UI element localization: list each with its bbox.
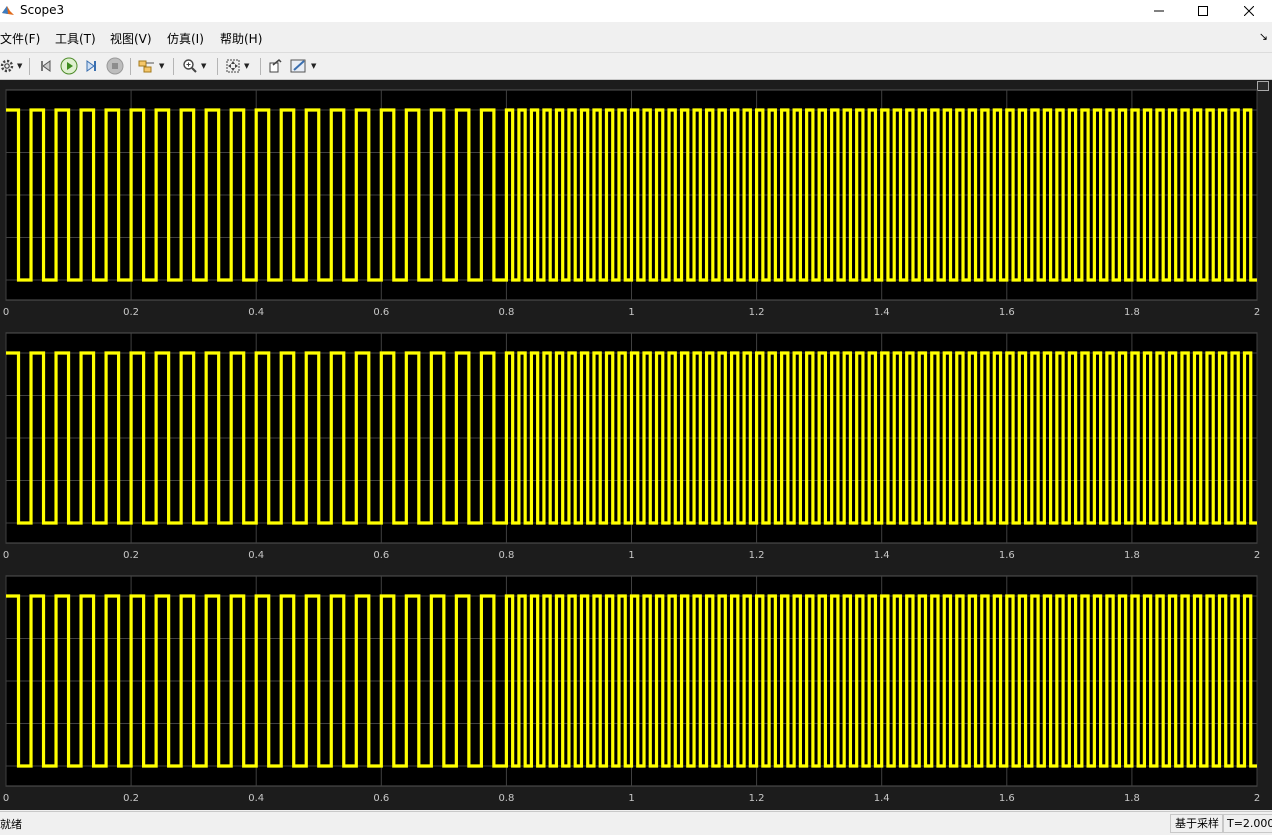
run-button[interactable] — [60, 57, 78, 75]
status-text: 就绪 — [0, 818, 22, 831]
close-icon — [1244, 6, 1254, 16]
x-tick-label: 0.6 — [373, 793, 389, 804]
restore-axes-button[interactable] — [267, 57, 283, 75]
x-tick-label: 0 — [3, 793, 9, 804]
close-button[interactable] — [1226, 0, 1272, 22]
chevron-down-icon: ▼ — [201, 62, 207, 70]
toolbar: ▼ ▼ ▼ ▼ ▼ — [0, 52, 1272, 80]
x-tick-label: 0.8 — [498, 307, 514, 318]
window-title: Scope3 — [20, 3, 65, 17]
signal-select-icon — [138, 60, 154, 73]
x-tick-label: 1.6 — [999, 307, 1015, 318]
trace-line-3 — [6, 594, 1257, 768]
x-tick-label: 1.2 — [749, 793, 765, 804]
x-tick-label: 0.8 — [498, 550, 514, 561]
x-tick-label: 1.2 — [749, 307, 765, 318]
x-tick-label: 1.4 — [874, 307, 890, 318]
zoom-in-icon — [183, 59, 197, 73]
x-tick-label: 1 — [628, 550, 634, 561]
menu-help[interactable]: 帮助(H) — [220, 30, 262, 47]
x-tick-label: 2 — [1254, 307, 1260, 318]
status-bar: 就绪 基于采样 T=2.000 — [0, 811, 1272, 835]
x-tick-label: 0.2 — [123, 307, 139, 318]
settings-button[interactable]: ▼ — [0, 57, 22, 75]
x-tick-label: 1.8 — [1124, 793, 1140, 804]
minimize-icon — [1154, 10, 1164, 12]
chevron-down-icon: ▼ — [17, 62, 23, 70]
measure-icon — [290, 59, 306, 73]
x-tick-label: 1.4 — [874, 550, 890, 561]
x-tick-label: 1.8 — [1124, 550, 1140, 561]
x-tick-label: 0.6 — [373, 550, 389, 561]
scope-figure: 0 0.2 0.4 0.6 0.8 1 1.2 1.4 1.6 1.8 2 0 0.2 0.4 0.6 0.8… — [0, 80, 1272, 810]
toolbar-separator — [173, 58, 174, 75]
menu-tools[interactable]: 工具(T) — [55, 30, 96, 47]
x-tick-label: 1.6 — [999, 793, 1015, 804]
x-tick-label: 2 — [1254, 550, 1260, 561]
menu-file[interactable]: 文件(F) — [0, 30, 40, 47]
menu-view[interactable]: 视图(V) — [110, 30, 152, 47]
restore-axes-icon — [269, 58, 282, 73]
minimize-button[interactable] — [1136, 0, 1182, 22]
x-tick-label: 0.2 — [123, 550, 139, 561]
x-tick-label: 1.2 — [749, 550, 765, 561]
step-forward-icon — [86, 60, 96, 72]
x-tick-label: 0.4 — [248, 550, 264, 561]
autoscale-icon — [226, 59, 240, 73]
step-back-button[interactable] — [38, 57, 54, 75]
x-tick-label: 0.8 — [498, 793, 514, 804]
maximize-button[interactable] — [1180, 0, 1226, 22]
scope-plots: 0 0.2 0.4 0.6 0.8 1 1.2 1.4 1.6 1.8 2 0 0.2 0.4 0.6 0.8… — [3, 89, 1260, 804]
run-icon — [60, 57, 78, 75]
sim-time-indicator: T=2.000 — [1222, 814, 1272, 833]
x-tick-label: 1.8 — [1124, 307, 1140, 318]
x-tick-label: 1 — [628, 307, 634, 318]
stop-button[interactable] — [106, 57, 124, 75]
x-tick-label: 1.6 — [999, 550, 1015, 561]
x-tick-label: 0.6 — [373, 307, 389, 318]
menu-bar: 文件(F) 工具(T) 视图(V) 仿真(I) 帮助(H) — [0, 28, 1272, 48]
maximize-icon — [1198, 6, 1208, 16]
toolbar-separator — [217, 58, 218, 75]
x-tick-label: 2 — [1254, 793, 1260, 804]
step-back-icon — [41, 60, 51, 72]
trace-line-2 — [6, 351, 1257, 525]
chevron-down-icon: ▼ — [311, 62, 317, 70]
toolbar-separator — [130, 58, 131, 75]
settings-icon — [0, 59, 14, 73]
measure-button[interactable]: ▼ — [290, 57, 316, 75]
matlab-logo-icon — [2, 6, 14, 15]
chevron-down-icon: ▼ — [159, 62, 165, 70]
stop-icon — [106, 57, 124, 75]
zoom-in-button[interactable]: ▼ — [182, 57, 206, 75]
trace-line-1 — [6, 108, 1257, 282]
x-tick-label: 0.4 — [248, 307, 264, 318]
step-forward-button[interactable] — [83, 57, 99, 75]
x-tick-label: 0 — [3, 550, 9, 561]
signal-select-button[interactable]: ▼ — [138, 57, 164, 75]
x-tick-label: 0.4 — [248, 793, 264, 804]
toolbar-separator — [29, 58, 30, 75]
x-tick-label: 0.2 — [123, 793, 139, 804]
title-bar: Scope3 — [0, 0, 1272, 22]
menu-simulation[interactable]: 仿真(I) — [167, 30, 204, 47]
toolbar-separator — [260, 58, 261, 75]
x-tick-label: 1.4 — [874, 793, 890, 804]
undock-arrow-icon[interactable]: ↘ — [1259, 30, 1268, 43]
x-tick-label: 0 — [3, 307, 9, 318]
x-tick-label: 1 — [628, 793, 634, 804]
sample-mode-indicator: 基于采样 — [1170, 814, 1224, 833]
autoscale-button[interactable]: ▼ — [225, 57, 249, 75]
chevron-down-icon: ▼ — [244, 62, 250, 70]
